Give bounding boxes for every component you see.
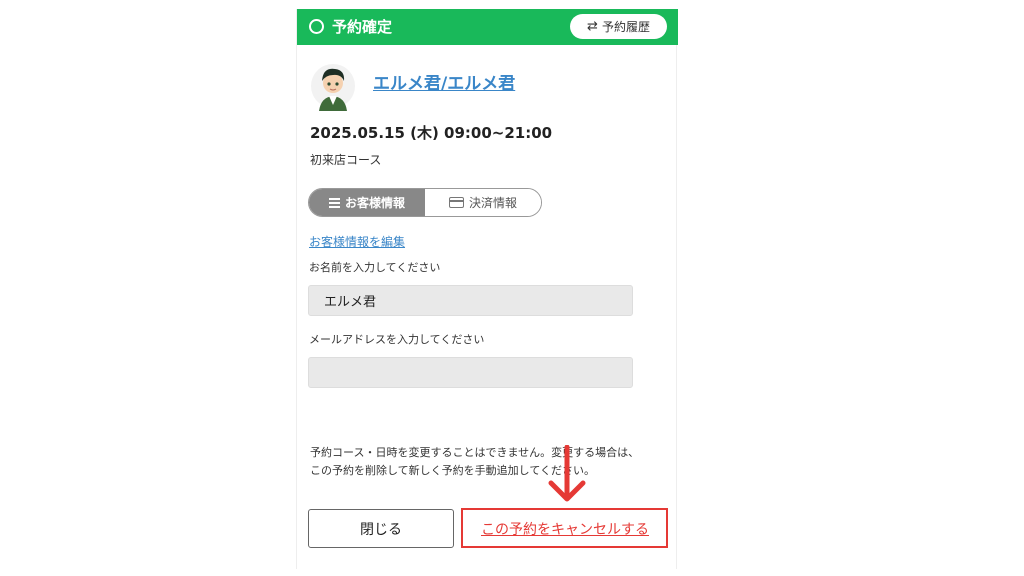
- notice-line-1: 予約コース・日時を変更することはできません。変更する場合は、: [310, 446, 640, 459]
- close-button[interactable]: 閉じる: [308, 509, 454, 548]
- list-icon: [328, 197, 340, 208]
- notice-line-2: この予約を削除して新しく予約を手動追加してください。: [310, 464, 596, 477]
- customer-name-link[interactable]: エルメ君/エルメ君: [373, 73, 515, 95]
- reservation-datetime: 2025.05.15 (木) 09:00~21:00: [310, 124, 553, 142]
- reservation-history-button[interactable]: ⇄ 予約履歴: [570, 14, 667, 39]
- info-tabs: お客様情報 決済情報: [308, 188, 542, 217]
- change-notice: 予約コース・日時を変更することはできません。変更する場合は、 この予約を削除して…: [310, 444, 670, 480]
- history-button-label: 予約履歴: [601, 20, 650, 34]
- reservation-course: 初来店コース: [310, 153, 382, 167]
- tab-payment-info[interactable]: 決済情報: [425, 189, 541, 216]
- edit-customer-info-link[interactable]: お客様情報を編集: [309, 234, 405, 250]
- reservation-panel: 予約確定 ⇄ 予約履歴 エルメ君/エルメ君 2025.05.15 (木) 09:…: [296, 9, 678, 569]
- name-field[interactable]: エルメ君: [308, 285, 633, 316]
- tab-payment-info-label: 決済情報: [468, 196, 517, 210]
- header-title: 予約確定: [332, 18, 393, 36]
- user-avatar: [311, 64, 355, 111]
- credit-card-icon: [448, 197, 464, 208]
- email-field[interactable]: [308, 357, 633, 388]
- arrow-down-icon: [548, 445, 586, 502]
- cancel-highlight-box: [461, 508, 668, 548]
- panel-header: 予約確定 ⇄ 予約履歴: [297, 9, 678, 45]
- status-circle-icon: [309, 19, 324, 34]
- tab-customer-info[interactable]: お客様情報: [309, 189, 425, 216]
- swap-arrows-icon: ⇄: [587, 19, 598, 34]
- tab-customer-info-label: お客様情報: [344, 196, 405, 210]
- name-field-label: お名前を入力してください: [309, 261, 441, 274]
- email-field-label: メールアドレスを入力してください: [309, 333, 485, 346]
